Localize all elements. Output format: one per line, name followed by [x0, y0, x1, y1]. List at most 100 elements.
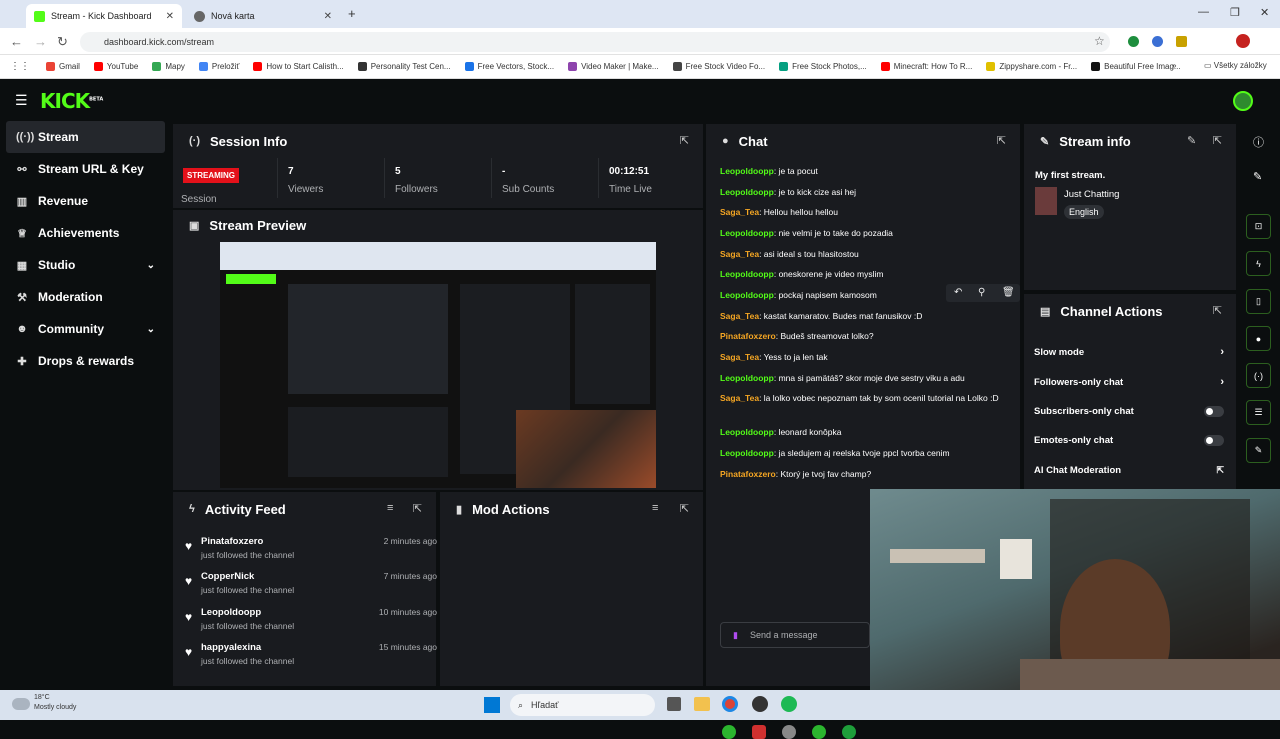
popout-icon[interactable]: ⇱: [413, 502, 422, 515]
hamburger-menu-icon[interactable]: ☰: [15, 92, 28, 109]
sidebar-item-stream-url-key[interactable]: ⚯ Stream URL & Key: [6, 153, 165, 185]
ai-chat-moderation-action[interactable]: AI Chat Moderation ⇱: [1034, 460, 1224, 480]
chat-username[interactable]: Leopoldoopp: [720, 269, 774, 279]
chat-message[interactable]: Saga_Tea: asi ideal s tou hlasitostou: [720, 248, 1016, 261]
rail-button[interactable]: ✎: [1246, 438, 1271, 463]
close-window-icon[interactable]: ✕: [1260, 6, 1269, 19]
sidebar-item-moderation[interactable]: ⚒ Moderation: [6, 281, 165, 313]
url-field[interactable]: dashboard.kick.com/stream: [80, 32, 1110, 52]
weather-temp[interactable]: 18°C: [34, 694, 50, 701]
chat-message[interactable]: Leopoldoopp: je ta pocut: [720, 165, 1016, 178]
popout-icon[interactable]: ⇱: [997, 134, 1006, 147]
more-bookmarks-icon[interactable]: »: [1172, 61, 1176, 70]
chat-username[interactable]: Saga_Tea: [720, 352, 759, 362]
bookmark-item[interactable]: Video Maker | Make...: [568, 62, 659, 71]
delete-icon[interactable]: 🗑: [1002, 287, 1015, 298]
rail-button[interactable]: ☰: [1246, 400, 1271, 425]
bookmark-item[interactable]: Preložiť: [198, 62, 239, 71]
bookmark-item[interactable]: Personality Test Cen...: [357, 62, 451, 71]
chat-message[interactable]: Leopoldoopp: oneskorene je video myslim: [720, 268, 1016, 281]
bookmark-item[interactable]: How to Start Calisth...: [253, 62, 344, 71]
emotes-only-action[interactable]: Emotes-only chat: [1034, 430, 1224, 450]
sidebar-item-revenue[interactable]: ▥ Revenue: [6, 185, 165, 217]
forward-icon[interactable]: →: [34, 34, 47, 49]
bookmark-item[interactable]: Mapy: [152, 62, 185, 71]
chat-input[interactable]: ▮ Send a message: [720, 622, 870, 648]
filter-icon[interactable]: ≡: [387, 502, 393, 514]
chat-message[interactable]: Saga_Tea: la lolko vobec nepoznam tak by…: [720, 392, 1016, 405]
steam-icon[interactable]: [752, 696, 768, 712]
subscribers-only-toggle[interactable]: [1204, 405, 1224, 417]
emote-icon[interactable]: [752, 725, 766, 739]
chat-username[interactable]: Leopoldoopp: [720, 427, 774, 437]
extension-icon[interactable]: [1152, 36, 1163, 47]
emote-icon[interactable]: [842, 725, 856, 739]
maximize-icon[interactable]: ❐: [1230, 6, 1240, 19]
file-explorer-icon[interactable]: [694, 697, 710, 711]
bookmark-item[interactable]: Gmail: [46, 62, 80, 71]
chat-message[interactable]: Leopoldoopp: mna si pamätáš? skor moje d…: [720, 372, 1016, 385]
close-tab-icon[interactable]: ✕: [166, 11, 174, 22]
chat-message[interactable]: Leopoldoopp: je to kick cize asi hej: [720, 186, 1016, 199]
info-icon[interactable]: ⓘ: [1253, 134, 1264, 150]
task-view-icon[interactable]: [667, 697, 681, 711]
extension-icon[interactable]: [1176, 36, 1187, 47]
chat-username[interactable]: Saga_Tea: [720, 207, 759, 217]
kick-logo[interactable]: KICKBETA: [40, 89, 103, 113]
chat-message[interactable]: Leopoldoopp: leonard konôpka: [720, 426, 1016, 439]
bookmark-item[interactable]: Beautiful Free Imag...: [1091, 62, 1181, 71]
emote-icon[interactable]: [722, 725, 736, 739]
popout-icon[interactable]: ⇱: [680, 134, 689, 147]
bookmark-item[interactable]: Minecraft: How To R...: [880, 62, 972, 71]
microphone-icon[interactable]: ▮: [733, 630, 738, 641]
sidebar-item-studio[interactable]: ▦ Studio ⌄: [6, 249, 165, 281]
popout-icon[interactable]: ⇱: [680, 502, 689, 515]
chat-message[interactable]: Saga_Tea: kastat kamaratov. Budes mat fa…: [720, 310, 1016, 323]
rail-button[interactable]: ●: [1246, 326, 1271, 351]
popout-icon[interactable]: ⇱: [1213, 304, 1222, 317]
emote-icon[interactable]: [812, 725, 826, 739]
stream-preview-video[interactable]: [220, 242, 656, 488]
extension-icon[interactable]: [1128, 36, 1139, 47]
subscribers-only-action[interactable]: Subscribers-only chat: [1034, 401, 1224, 421]
chat-message[interactable]: Leopoldoopp: ja sledujem aj reelska tvoj…: [720, 447, 1016, 460]
pin-icon[interactable]: ⚲: [978, 287, 985, 298]
chat-username[interactable]: Leopoldoopp: [720, 187, 774, 197]
chat-username[interactable]: Leopoldoopp: [720, 228, 774, 238]
rail-button[interactable]: ϟ: [1246, 251, 1271, 276]
bookmark-item[interactable]: Free Vectors, Stock...: [464, 62, 554, 71]
emote-icon[interactable]: [782, 725, 796, 739]
filter-icon[interactable]: ≡: [652, 502, 658, 514]
chat-username[interactable]: Saga_Tea: [720, 311, 759, 321]
sidebar-item-community[interactable]: ☻ Community ⌄: [6, 313, 165, 345]
stream-category[interactable]: Just Chatting: [1064, 189, 1119, 200]
chat-message[interactable]: Pinatafoxzero: Budeš streamovat lolko?: [720, 330, 1016, 343]
chat-username[interactable]: Pinatafoxzero: [720, 331, 776, 341]
chat-message[interactable]: Saga_Tea: Yess to ja len tak: [720, 351, 1016, 364]
rail-button[interactable]: ▯: [1246, 289, 1271, 314]
minimize-icon[interactable]: —: [1198, 6, 1209, 18]
chat-username[interactable]: Pinatafoxzero: [720, 469, 776, 479]
chat-username[interactable]: Saga_Tea: [720, 393, 759, 403]
profile-avatar[interactable]: [1236, 34, 1250, 48]
windows-start-icon[interactable]: [484, 697, 500, 713]
close-tab-icon[interactable]: ✕: [324, 11, 332, 22]
emotes-only-toggle[interactable]: [1204, 434, 1224, 446]
rail-button[interactable]: (·): [1246, 363, 1271, 388]
rail-button[interactable]: ⊡: [1246, 214, 1271, 239]
user-avatar[interactable]: [1233, 91, 1253, 111]
chrome-icon[interactable]: [722, 696, 738, 712]
slow-mode-action[interactable]: Slow mode ›: [1034, 342, 1224, 362]
popout-icon[interactable]: ⇱: [1213, 134, 1222, 147]
chat-username[interactable]: Leopoldoopp: [720, 290, 774, 300]
followers-only-action[interactable]: Followers-only chat ›: [1034, 372, 1224, 392]
chat-username[interactable]: Saga_Tea: [720, 249, 759, 259]
bookmark-item[interactable]: Free Stock Photos,...: [779, 62, 867, 71]
reply-icon[interactable]: ↶: [954, 287, 962, 298]
chat-username[interactable]: Leopoldoopp: [720, 166, 774, 176]
bookmark-item[interactable]: YouTube: [93, 62, 138, 71]
browser-tab-new[interactable]: Nová karta ✕: [186, 4, 340, 28]
chat-username[interactable]: Leopoldoopp: [720, 448, 774, 458]
browser-tab-kick[interactable]: Stream - Kick Dashboard ✕: [26, 4, 182, 28]
weather-desc[interactable]: Mostly cloudy: [34, 704, 76, 711]
